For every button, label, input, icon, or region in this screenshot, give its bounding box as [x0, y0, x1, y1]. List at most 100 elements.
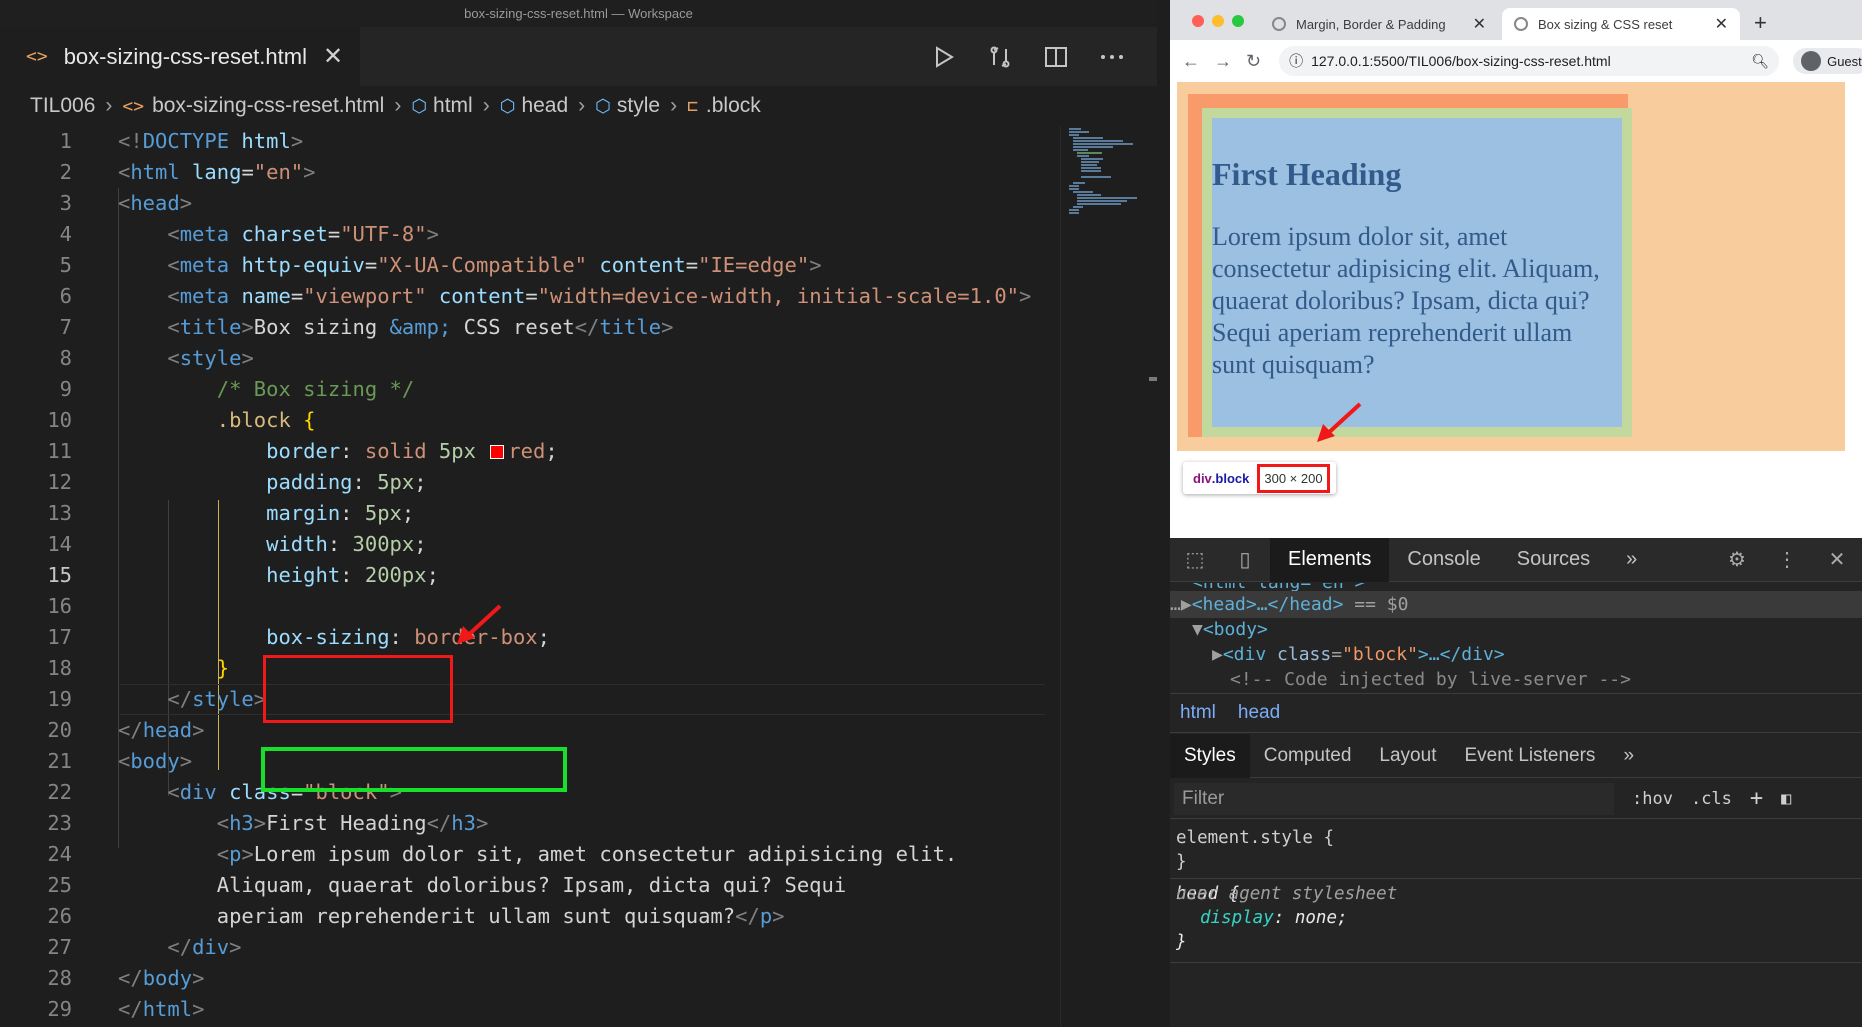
breadcrumb-selector[interactable]: .block	[706, 94, 761, 118]
globe-icon	[1514, 17, 1528, 31]
tab-sources[interactable]: Sources	[1499, 538, 1608, 582]
html-file-icon: <>	[26, 46, 48, 67]
line-number: 22	[47, 780, 72, 804]
line-number: 13	[47, 501, 72, 525]
scrollbar-thumb[interactable]	[1149, 377, 1157, 381]
info-icon: ⓘ	[1289, 53, 1304, 69]
styles-tabbar: Styles Computed Layout Event Listeners »	[1170, 733, 1862, 778]
filter-input[interactable]: Filter	[1174, 782, 1614, 815]
close-tab-icon[interactable]: ✕	[323, 42, 343, 71]
style-rules: element.style { } head { user agent styl…	[1170, 820, 1862, 1027]
tab-elements[interactable]: Elements	[1270, 537, 1390, 582]
tab-console[interactable]: Console	[1389, 538, 1498, 582]
dom-body[interactable]: <body>	[1203, 619, 1268, 640]
rule-end: }	[1176, 852, 1187, 872]
breadcrumb-style[interactable]: style	[617, 94, 660, 118]
address-bar[interactable]: ⓘ 127.0.0.1:5500/TIL006/box-sizing-css-r…	[1279, 46, 1780, 76]
tab-layout[interactable]: Layout	[1365, 734, 1450, 778]
minimize-window-button[interactable]	[1212, 15, 1224, 27]
line-number: 23	[47, 811, 72, 835]
globe-icon	[1272, 17, 1286, 31]
line-number: 10	[47, 408, 72, 432]
profile-name: Guest	[1827, 53, 1862, 69]
breadcrumb: TIL006 › <> box-sizing-css-reset.html › ⬡ ht…	[0, 86, 1157, 126]
split-editor-icon[interactable]	[1041, 42, 1071, 72]
more-actions-icon[interactable]	[1097, 42, 1127, 72]
color-swatch[interactable]	[490, 445, 505, 459]
breadcrumb-folder[interactable]: TIL006	[30, 94, 95, 118]
line-number: 14	[47, 532, 72, 556]
reload-icon[interactable]: ↻	[1246, 51, 1261, 72]
hov-button[interactable]: :hov	[1632, 789, 1673, 809]
line-number: 18	[47, 656, 72, 680]
tab-title: Box sizing & CSS reset	[1538, 16, 1673, 32]
line-number: 24	[47, 842, 72, 866]
tab-label: box-sizing-css-reset.html	[63, 43, 307, 69]
tab-styles[interactable]: Styles	[1170, 733, 1250, 778]
profile-button[interactable]: Guest	[1793, 48, 1862, 74]
inspect-icon[interactable]: ⬚	[1170, 538, 1220, 582]
minimap[interactable]	[1060, 126, 1157, 1027]
line-number: 21	[47, 749, 72, 773]
run-icon[interactable]	[929, 42, 959, 72]
dom-tree[interactable]: <html lang="en"> …▶<head>…</head> == $0 …	[1170, 583, 1862, 693]
element-icon: ⬡	[595, 95, 611, 116]
cls-button[interactable]: .cls	[1691, 789, 1732, 809]
avatar	[1801, 51, 1822, 71]
device-toolbar-icon[interactable]: ▯	[1220, 538, 1270, 582]
highlight-red-box	[263, 655, 453, 723]
more-options-icon[interactable]: ⋮	[1762, 538, 1812, 582]
html-file-icon: <>	[122, 95, 145, 117]
compare-changes-icon[interactable]	[985, 42, 1015, 72]
line-number: 17	[47, 625, 72, 649]
breadcrumb-head[interactable]: head	[521, 94, 568, 118]
new-tab-button[interactable]: +	[1754, 10, 1767, 36]
tab-computed[interactable]: Computed	[1250, 734, 1366, 778]
breadcrumb-html[interactable]: html	[433, 94, 473, 118]
settings-gear-icon[interactable]: ⚙	[1712, 538, 1762, 582]
line-number: 7	[59, 315, 72, 339]
back-icon[interactable]: ←	[1182, 51, 1200, 72]
element-tooltip: div.block 300 × 200	[1183, 462, 1336, 494]
line-number: 27	[47, 935, 72, 959]
vscode-window: box-sizing-css-reset.html — Workspace <>…	[0, 0, 1157, 1027]
page-heading: First Heading	[1212, 156, 1402, 192]
rule-source: user agent stylesheet	[1176, 884, 1398, 904]
maximize-window-button[interactable]	[1232, 15, 1244, 27]
tab-event-listeners[interactable]: Event Listeners	[1450, 734, 1609, 778]
line-number: 25	[47, 873, 72, 897]
close-tab-icon[interactable]: ✕	[1473, 14, 1486, 34]
close-devtools-icon[interactable]: ✕	[1812, 538, 1862, 582]
line-number: 4	[59, 222, 72, 246]
close-window-button[interactable]	[1192, 15, 1204, 27]
forward-icon[interactable]: →	[1214, 51, 1232, 72]
more-tabs-icon[interactable]: »	[1608, 538, 1655, 582]
editor-tab-bar: <> box-sizing-css-reset.html ✕	[0, 27, 1157, 86]
window-title: box-sizing-css-reset.html — Workspace	[0, 0, 1157, 27]
browser-window: Margin, Border & Padding ✕ Box sizing & …	[1170, 0, 1862, 1027]
element-icon: ⬡	[411, 95, 428, 116]
code-editor[interactable]: 1 <!DOCTYPE html> 2 <html lang="en"> 3 <hea…	[0, 126, 1045, 1027]
red-arrow-annotation	[1317, 402, 1362, 442]
editor-tab[interactable]: <> box-sizing-css-reset.html ✕	[0, 27, 360, 86]
browser-tab-margin[interactable]: Margin, Border & Padding ✕	[1260, 8, 1498, 40]
url-text: 127.0.0.1:5500/TIL006/box-sizing-css-res…	[1311, 53, 1611, 69]
browser-tab-box-sizing[interactable]: Box sizing & CSS reset ✕	[1502, 8, 1740, 40]
dom-head[interactable]: <head>…</head>	[1192, 594, 1344, 615]
path-html[interactable]: html	[1180, 702, 1216, 724]
rule-property: display	[1200, 908, 1274, 928]
padding-overlay: First Heading Lorem ipsum dolor sit, ame…	[1202, 108, 1632, 437]
tooltip-element-name: div.block	[1193, 470, 1250, 486]
border-overlay: First Heading Lorem ipsum dolor sit, ame…	[1188, 94, 1632, 437]
close-tab-icon[interactable]: ✕	[1715, 14, 1728, 34]
path-head[interactable]: head	[1238, 702, 1280, 724]
tab-title: Margin, Border & Padding	[1296, 16, 1446, 32]
line-number: 16	[47, 594, 72, 618]
new-rule-icon[interactable]: +	[1750, 786, 1763, 811]
toggle-sidebar-icon[interactable]: ◧	[1781, 789, 1791, 809]
rule-value: none;	[1294, 908, 1348, 928]
more-tabs-icon[interactable]: »	[1609, 734, 1648, 778]
styles-filter-bar: Filter :hov .cls + ◧	[1170, 779, 1862, 819]
zoom-icon[interactable]: 🔍︎	[1751, 53, 1769, 70]
breadcrumb-file[interactable]: box-sizing-css-reset.html	[152, 94, 384, 118]
